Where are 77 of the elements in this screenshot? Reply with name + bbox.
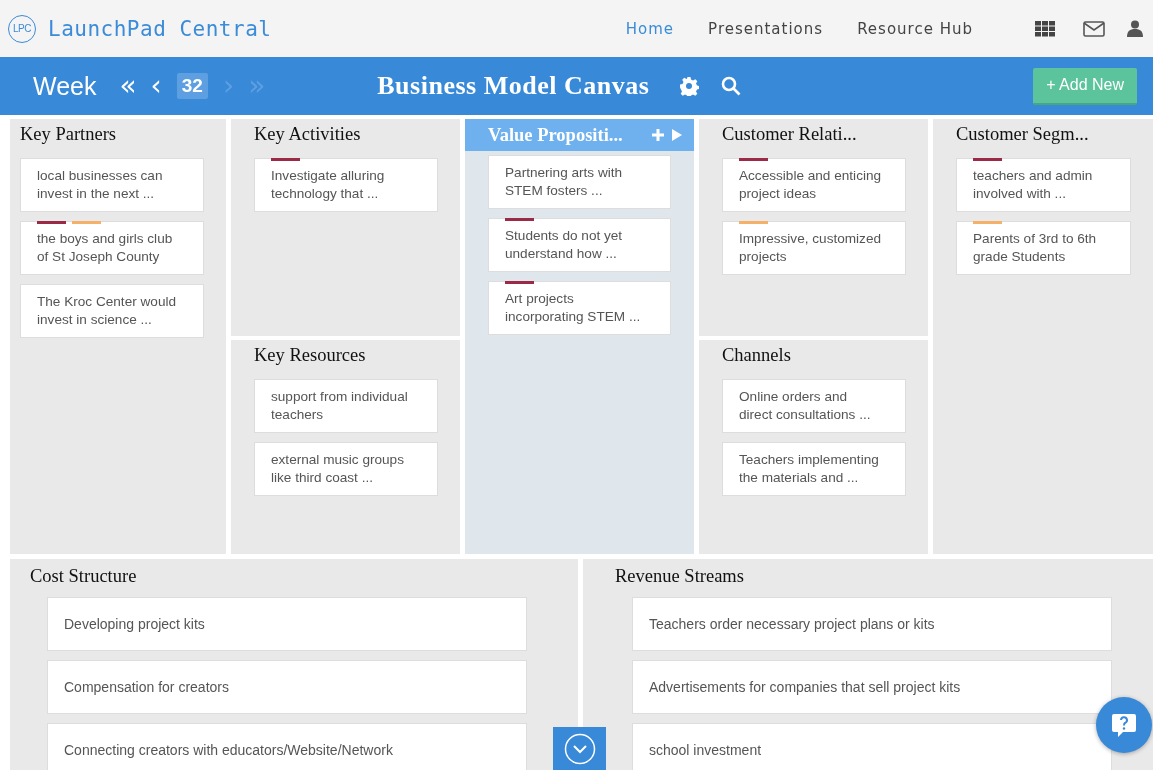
card-text: teachers and admin involved with ...	[973, 167, 1094, 203]
user-icon[interactable]	[1127, 20, 1143, 37]
note-card[interactable]: Teachers implementing the materials and ...	[722, 442, 906, 496]
card-text: Connecting creators with educators/Website/Network	[64, 741, 393, 759]
page-title: Business Model Canvas	[377, 71, 650, 101]
canvas-section[interactable]: Value Propositi... Partnering arts with STEM fosters ... Students do not yet understand how ... Art projects incorporating STEM ...	[465, 119, 694, 554]
card-text: Teachers implementing the materials and ...	[739, 451, 880, 487]
canvas-section[interactable]: Key Activities Investigate alluring technology that ...	[231, 119, 460, 336]
note-card[interactable]: The Kroc Center would invest in science ...	[20, 284, 204, 338]
section-title: Cost Structure	[30, 565, 138, 588]
section-title: Key Activities	[254, 124, 361, 144]
note-card[interactable]: teachers and admin involved with ...	[956, 158, 1131, 212]
section-title: Channels	[722, 345, 791, 365]
note-card[interactable]: Connecting creators with educators/Website/Network	[47, 723, 527, 770]
week-label: Week	[33, 71, 97, 101]
help-bubble-icon	[1111, 712, 1137, 738]
chevron-down-icon	[563, 732, 596, 765]
note-card[interactable]: Impressive, customized projects	[722, 221, 906, 275]
note-card[interactable]: Partnering arts with STEM fosters ...	[488, 155, 671, 209]
card-text: external music groups like third coast ...	[271, 451, 405, 487]
nav-link[interactable]: Presentations	[708, 19, 824, 38]
nav-link[interactable]: Resource Hub	[857, 19, 973, 38]
card-text: Art projects incorporating STEM ...	[505, 290, 642, 326]
card-text: local businesses can invest in the next ...	[37, 167, 164, 203]
note-card[interactable]: Investigate alluring technology that ...	[254, 158, 438, 212]
card-text: Compensation for creators	[64, 678, 229, 696]
note-card[interactable]: support from individual teachers	[254, 379, 438, 433]
note-card[interactable]: Teachers order necessary project plans or kits	[632, 597, 1112, 651]
note-card[interactable]: Advertisements for companies that sell project kits	[632, 660, 1112, 714]
note-card[interactable]: external music groups like third coast ...	[254, 442, 438, 496]
card-text: The Kroc Center would invest in science ...	[37, 293, 178, 329]
apps-grid-icon[interactable]	[1035, 20, 1055, 37]
card-text: school investment	[649, 741, 762, 759]
note-card[interactable]: Online orders and direct consultations ...	[722, 379, 906, 433]
plus-icon[interactable]	[652, 129, 664, 141]
card-text: Online orders and direct consultations ...	[739, 388, 872, 424]
settings-icon[interactable]	[679, 76, 700, 96]
note-card[interactable]: Accessible and enticing project ideas	[722, 158, 906, 212]
note-card[interactable]: Compensation for creators	[47, 660, 527, 714]
section-title: Revenue Streams	[615, 565, 745, 588]
section-title: Key Resources	[254, 345, 366, 365]
canvas-section[interactable]: Cost Structure Developing project kits Compensation for creators Connecting creators with educators/Website/Network	[10, 559, 578, 770]
note-card[interactable]: Developing project kits	[47, 597, 527, 651]
canvas-section[interactable]: Revenue Streams Teachers order necessary project plans or kits Advertisements for companies that sell project kits school investment	[583, 559, 1153, 770]
card-text: Impressive, customized projects	[739, 230, 883, 266]
section-title: Key Partners	[20, 124, 117, 144]
week-nav-arrow[interactable]: ‹	[150, 72, 162, 100]
card-text: Partnering arts with STEM fosters ...	[505, 164, 624, 200]
card-text: Parents of 3rd to 6th grade Students	[973, 230, 1098, 266]
search-icon[interactable]	[721, 76, 742, 96]
note-card[interactable]: Art projects incorporating STEM ...	[488, 281, 671, 335]
card-text: Developing project kits	[64, 615, 205, 633]
note-card[interactable]: local businesses can invest in the next ...	[20, 158, 204, 212]
note-card[interactable]: Students do not yet understand how ...	[488, 218, 671, 272]
note-card[interactable]: school investment	[632, 723, 1112, 770]
card-text: support from individual teachers	[271, 388, 409, 424]
week-number: 32	[176, 73, 208, 99]
section-title: Customer Relati...	[722, 124, 857, 144]
mail-icon[interactable]	[1083, 20, 1105, 37]
card-text: the boys and girls club of St Joseph County	[37, 230, 174, 266]
section-title: Customer Segm...	[956, 124, 1089, 144]
section-title: Value Propositi...	[488, 124, 624, 147]
canvas-section[interactable]: Customer Relati... Accessible and enticing project ideas Impressive, customized projects	[699, 119, 928, 336]
play-icon[interactable]	[672, 129, 682, 141]
canvas-section[interactable]: Channels Online orders and direct consultations ... Teachers implementing the materials and ...	[699, 340, 928, 554]
card-text: Teachers order necessary project plans or kits	[649, 615, 935, 633]
note-card[interactable]: Parents of 3rd to 6th grade Students	[956, 221, 1131, 275]
card-text: Advertisements for companies that sell project kits	[649, 678, 961, 696]
scroll-down-button[interactable]	[553, 727, 606, 770]
canvas-section[interactable]: Customer Segm... teachers and admin involved with ... Parents of 3rd to 6th grade Students	[933, 119, 1153, 554]
card-text: Accessible and enticing project ideas	[739, 167, 883, 203]
canvas-section[interactable]: Key Partners local businesses can invest in the next ... the boys and girls club of St Joseph County The Kroc Center would invest in science ...	[10, 119, 226, 554]
week-nav-arrow[interactable]: «	[119, 72, 137, 100]
card-text: Investigate alluring technology that ...	[271, 167, 386, 203]
card-text: Students do not yet understand how ...	[505, 227, 624, 263]
canvas-section[interactable]: Key Resources support from individual teachers external music groups like third coast ...	[231, 340, 460, 554]
note-card[interactable]: the boys and girls club of St Joseph County	[20, 221, 204, 275]
